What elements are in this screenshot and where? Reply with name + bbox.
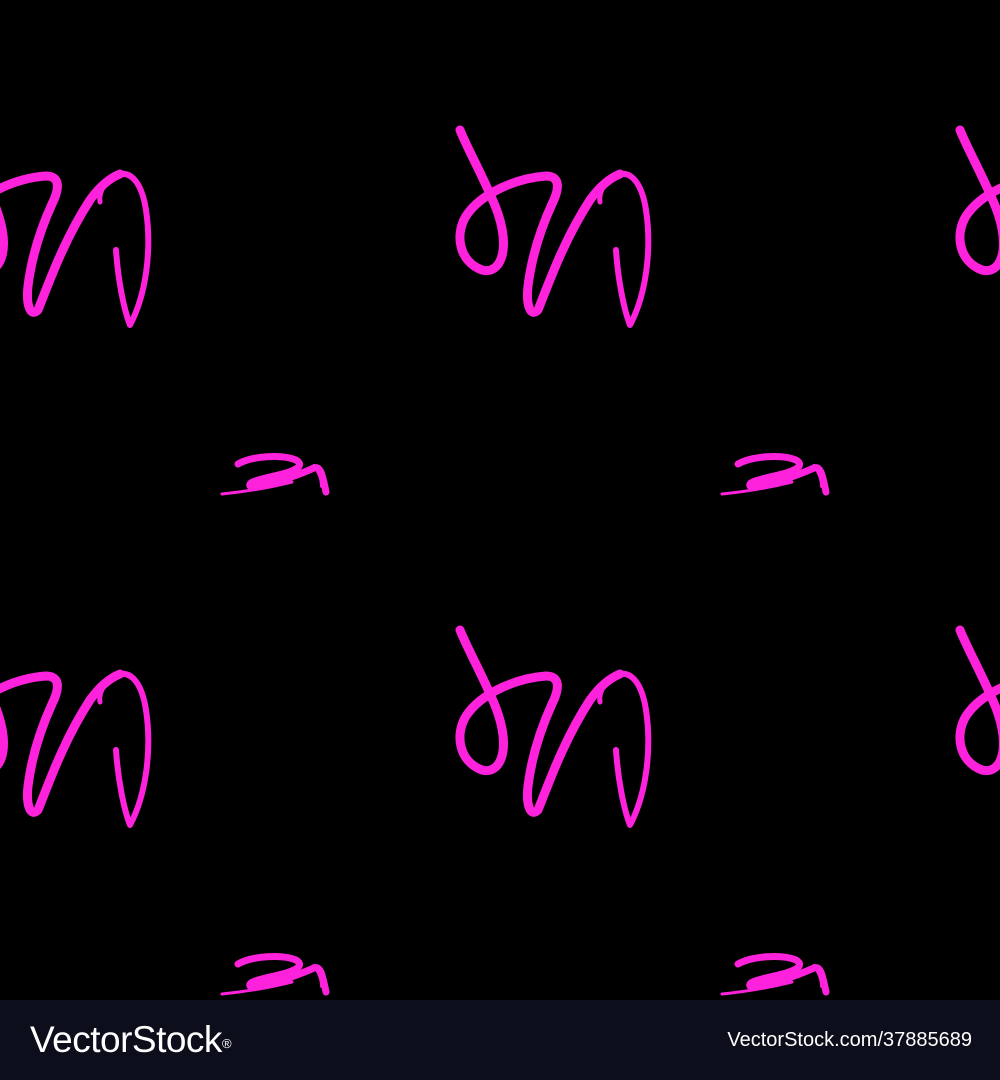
scribble-mark xyxy=(0,630,148,825)
scribble-mark xyxy=(960,130,1000,325)
squiggle-mark xyxy=(222,457,326,494)
scribble-mark xyxy=(0,130,148,325)
scribble-mark xyxy=(460,130,648,325)
scribble-mark xyxy=(460,630,648,825)
scribble-mark xyxy=(960,630,1000,825)
squiggle-mark xyxy=(722,957,826,994)
watermark-footer: VectorStock® VectorStock.com/37885689 xyxy=(0,1000,1000,1080)
vectorstock-logo: VectorStock® xyxy=(30,1018,232,1062)
squiggle-mark xyxy=(722,457,826,494)
pattern-svg xyxy=(0,0,1000,1000)
image-id-text: VectorStock.com/37885689 xyxy=(727,1029,972,1051)
squiggle-mark xyxy=(222,957,326,994)
registered-mark: ® xyxy=(221,1036,232,1051)
pattern-canvas xyxy=(0,0,1000,1000)
logo-text: VectorStock xyxy=(30,1019,222,1060)
